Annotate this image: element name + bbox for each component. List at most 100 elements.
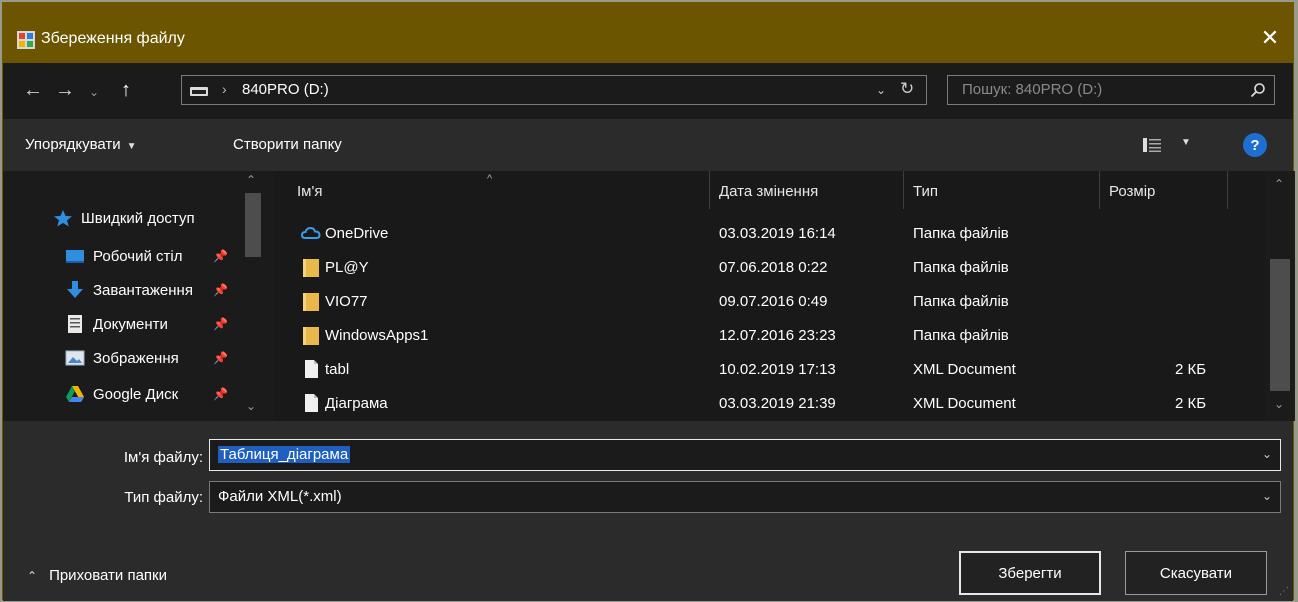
- file-row[interactable]: OneDrive 03.03.2019 16:14 Папка файлів: [275, 217, 1235, 251]
- filetype-dropdown-icon[interactable]: ⌄: [1262, 489, 1272, 503]
- column-divider[interactable]: [903, 171, 904, 209]
- pin-icon: 📌: [213, 249, 228, 263]
- file-name: PL@Y: [325, 259, 369, 276]
- column-header-name[interactable]: Ім'я: [297, 183, 322, 200]
- file-row[interactable]: Діаграма 03.03.2019 21:39 XML Document 2…: [275, 387, 1235, 421]
- help-icon: ?: [1250, 136, 1260, 154]
- file-list-scrollbar[interactable]: ⌃ ⌄: [1265, 171, 1295, 421]
- file-size: 2 КБ: [1175, 395, 1207, 412]
- file-date: 10.02.2019 17:13: [719, 361, 836, 378]
- filetype-select[interactable]: Файли XML(*.xml) ⌄: [209, 481, 1281, 513]
- title-bar: Збереження файлу ✕: [3, 3, 1293, 63]
- help-button[interactable]: ?: [1243, 133, 1267, 157]
- sidebar-item-label: Зображення: [93, 349, 179, 367]
- file-row[interactable]: WindowsApps1 12.07.2016 23:23 Папка файл…: [275, 319, 1235, 353]
- filename-value: Таблиця_діаграма: [218, 446, 351, 463]
- file-date: 09.07.2016 0:49: [719, 293, 828, 310]
- folder-icon: [303, 293, 319, 311]
- refresh-icon[interactable]: ↻: [900, 79, 914, 99]
- column-header-type[interactable]: Тип: [913, 183, 938, 200]
- column-divider[interactable]: [709, 171, 710, 209]
- hide-folders-button[interactable]: ⌃ Приховати папки: [27, 567, 167, 584]
- sidebar-item-quick-access[interactable]: Швидкий доступ: [53, 205, 195, 231]
- save-options-panel: Ім'я файлу: Таблиця_діаграма ⌄ Тип файлу…: [3, 421, 1293, 601]
- navigation-pane: Швидкий доступ Робочий стіл 📌 Завантажен…: [3, 171, 269, 421]
- sidebar-item-label: Google Диск: [93, 385, 179, 403]
- address-bar[interactable]: › 840PRO (D:) ⌄ ↻: [181, 75, 927, 105]
- file-type: Папка файлів: [913, 259, 1009, 276]
- file-size: 2 КБ: [1175, 361, 1207, 378]
- sidebar-item-label: Робочий стіл: [93, 247, 183, 265]
- view-details-icon: [1143, 138, 1161, 152]
- sidebar-item-label: Швидкий доступ: [81, 209, 195, 227]
- view-dropdown-icon: ▼: [1181, 137, 1191, 148]
- sidebar-item-documents[interactable]: Документи: [65, 311, 168, 337]
- recent-locations-button[interactable]: ⌄: [89, 85, 99, 99]
- filename-dropdown-icon[interactable]: ⌄: [1262, 447, 1272, 461]
- file-row[interactable]: tabl 10.02.2019 17:13 XML Document 2 КБ: [275, 353, 1235, 387]
- filename-input[interactable]: Таблиця_діаграма ⌄: [209, 439, 1281, 471]
- file-name: VIO77: [325, 293, 368, 310]
- breadcrumb-drive[interactable]: 840PRO (D:): [242, 81, 329, 98]
- search-placeholder: Пошук: 840PRO (D:): [962, 81, 1103, 98]
- navigation-pane-scrollbar[interactable]: ⌃ ⌄: [239, 171, 267, 421]
- column-header-date[interactable]: Дата змінення: [719, 183, 818, 200]
- scroll-up-icon[interactable]: ⌃: [246, 173, 256, 187]
- back-button[interactable]: ←: [23, 79, 43, 102]
- filetype-value: Файли XML(*.xml): [218, 488, 342, 505]
- file-row[interactable]: VIO77 09.07.2016 0:49 Папка файлів: [275, 285, 1235, 319]
- chevron-up-icon: ⌃: [27, 568, 38, 583]
- sidebar-item-label: Завантаження: [93, 281, 193, 299]
- scroll-down-icon[interactable]: ⌄: [1274, 397, 1284, 411]
- file-type: Папка файлів: [913, 225, 1009, 242]
- save-file-dialog: Збереження файлу ✕ ← → ⌄ ↑ › 840PRO (D:)…: [2, 2, 1295, 601]
- sidebar-item-downloads[interactable]: Завантаження: [65, 277, 193, 303]
- close-button[interactable]: ✕: [1255, 23, 1285, 53]
- resize-grip-icon[interactable]: ⋰: [1279, 586, 1289, 597]
- up-button[interactable]: ↑: [121, 79, 131, 102]
- scrollbar-thumb[interactable]: [1270, 259, 1290, 391]
- file-date: 12.07.2016 23:23: [719, 327, 836, 344]
- save-button[interactable]: Зберегти: [959, 551, 1101, 595]
- cancel-button[interactable]: Скасувати: [1125, 551, 1267, 595]
- download-icon: [67, 281, 83, 298]
- sidebar-item-desktop[interactable]: Робочий стіл: [65, 243, 183, 269]
- scrollbar-thumb[interactable]: [245, 193, 261, 257]
- desktop-icon: [66, 250, 84, 263]
- file-name: WindowsApps1: [325, 327, 429, 344]
- search-input[interactable]: Пошук: 840PRO (D:): [947, 75, 1275, 105]
- pin-icon: 📌: [213, 283, 228, 297]
- pin-icon: 📌: [213, 387, 228, 401]
- file-name: Діаграма: [325, 395, 388, 412]
- google-drive-icon: [66, 386, 84, 402]
- sort-ascending-icon: ^: [487, 173, 493, 185]
- file-type: XML Document: [913, 361, 1016, 378]
- drive-icon: [190, 87, 208, 96]
- pin-icon: 📌: [213, 351, 228, 365]
- view-options-button[interactable]: ▼: [1143, 137, 1203, 155]
- new-folder-button[interactable]: Створити папку: [233, 136, 342, 153]
- sidebar-item-google-drive[interactable]: Google Диск: [65, 381, 178, 407]
- organize-button[interactable]: Упорядкувати ▼: [25, 136, 137, 153]
- file-list: ^ Ім'я Дата змінення Тип Розмір OneDrive…: [275, 171, 1265, 421]
- organize-label: Упорядкувати: [25, 136, 121, 153]
- folder-icon: [303, 327, 319, 345]
- filetype-label: Тип файлу:: [124, 489, 203, 506]
- window-title: Збереження файлу: [41, 30, 185, 47]
- breadcrumb-separator: ›: [222, 81, 227, 97]
- scroll-up-icon[interactable]: ⌃: [1274, 177, 1284, 191]
- column-divider[interactable]: [1227, 171, 1228, 209]
- address-dropdown-icon[interactable]: ⌄: [876, 83, 886, 97]
- file-date: 03.03.2019 21:39: [719, 395, 836, 412]
- sidebar-item-label: Документи: [93, 315, 168, 333]
- search-icon[interactable]: [1250, 82, 1266, 98]
- file-name: tabl: [325, 361, 350, 378]
- column-divider[interactable]: [1099, 171, 1100, 209]
- forward-button[interactable]: →: [55, 79, 75, 102]
- app-icon: [17, 31, 35, 49]
- file-type: Папка файлів: [913, 327, 1009, 344]
- sidebar-item-pictures[interactable]: Зображення: [65, 345, 179, 371]
- file-row[interactable]: PL@Y 07.06.2018 0:22 Папка файлів: [275, 251, 1235, 285]
- scroll-down-icon[interactable]: ⌄: [246, 399, 256, 413]
- column-header-size[interactable]: Розмір: [1109, 183, 1155, 200]
